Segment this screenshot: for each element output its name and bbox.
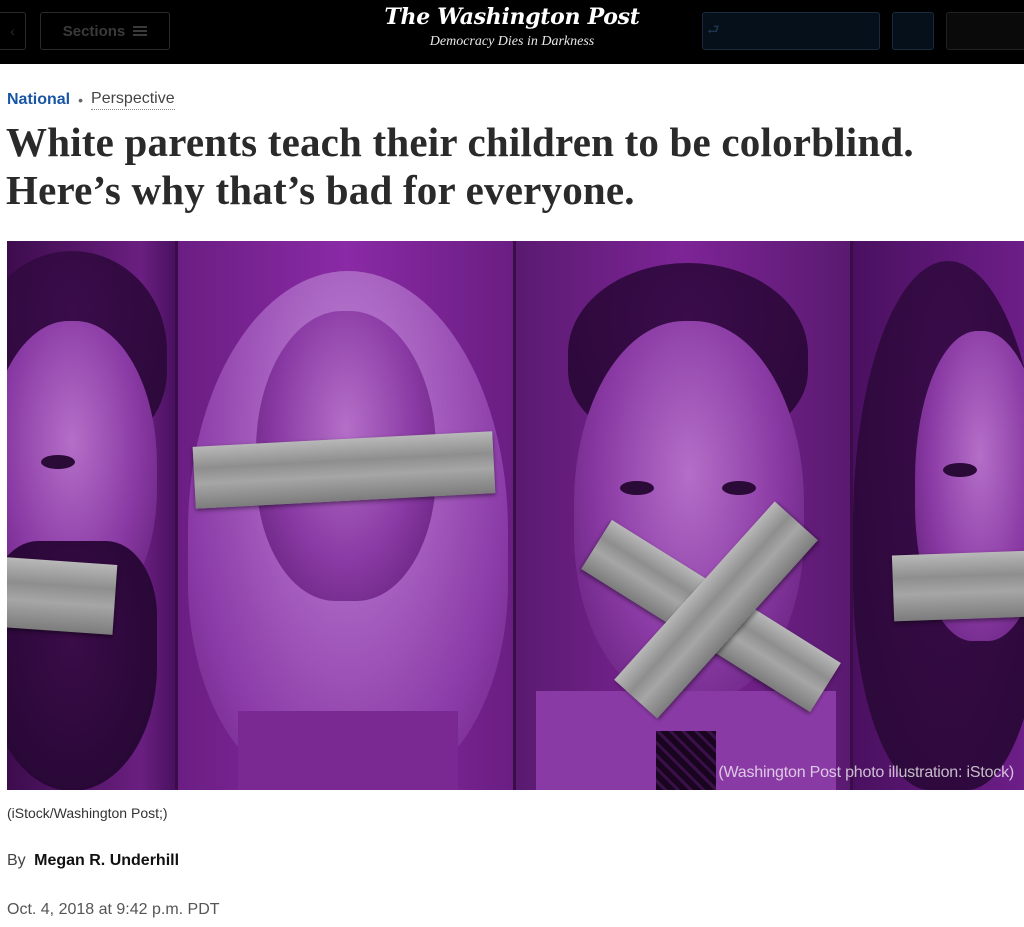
top-navigation-bar: ‹ Sections The Washington Post Democracy… [0, 0, 1024, 64]
image-caption: (iStock/Washington Post;) [7, 805, 168, 821]
portrait-clothing [238, 711, 458, 790]
kicker-separator: • [78, 92, 84, 108]
byline-prefix: By [7, 852, 26, 869]
share-button[interactable]: ⮐ [702, 12, 880, 50]
duct-tape-mouth [7, 557, 118, 635]
sign-in-button[interactable] [946, 12, 1024, 50]
author-link[interactable]: Megan R. Underhill [34, 852, 179, 869]
portrait-eye [620, 481, 654, 495]
article-kicker: National • Perspective [7, 90, 175, 110]
portrait-eye [41, 455, 75, 469]
article-byline: By Megan R. Underhill [7, 852, 179, 870]
portrait-eye [943, 463, 977, 477]
hero-photo-illustration: (Washington Post photo illustration: iSt… [7, 241, 1024, 790]
duct-tape-mouth [891, 550, 1024, 622]
portrait-tie [656, 731, 716, 790]
portrait-panel-3 [516, 241, 850, 790]
comments-button[interactable] [892, 12, 934, 50]
portrait-panel-4 [853, 241, 1024, 790]
portrait-panel-2 [178, 241, 513, 790]
article-headline: White parents teach their children to be… [6, 119, 914, 213]
publish-timestamp: Oct. 4, 2018 at 9:42 p.m. PDT [7, 901, 220, 918]
photo-credit-overlay: (Washington Post photo illustration: iSt… [718, 764, 1014, 781]
share-arrow-icon: ⮐ [707, 21, 720, 37]
portrait-panel-1 [7, 241, 175, 790]
section-link-national[interactable]: National [7, 91, 70, 109]
perspective-label[interactable]: Perspective [91, 90, 175, 110]
portrait-eye [722, 481, 756, 495]
